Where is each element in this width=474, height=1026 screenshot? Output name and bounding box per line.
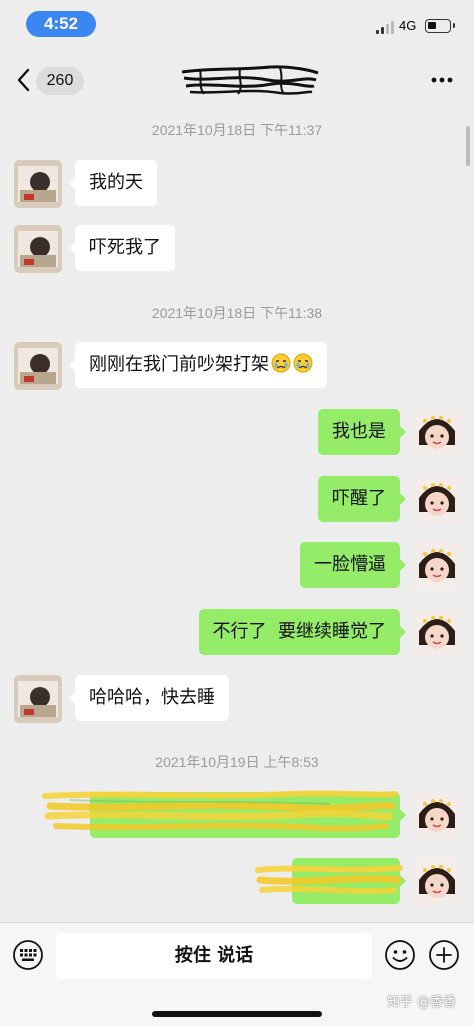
contact-avatar[interactable] [14, 675, 62, 723]
user-avatar[interactable] [413, 792, 461, 840]
contact-avatar[interactable] [14, 342, 62, 390]
status-bar: 4:52 4G [0, 0, 474, 48]
chat-screen: 4:52 4G 260 2021年10月18日 下午11:37 我的天 吓死我了… [0, 0, 474, 1026]
crying-face-icon [271, 353, 291, 373]
message-text: 刚刚在我门前吵架打架 [89, 354, 269, 375]
user-avatar[interactable] [413, 609, 461, 657]
input-bar: 按住 说话 知乎 @香香 [0, 922, 474, 1026]
user-avatar[interactable] [413, 542, 461, 590]
contact-avatar[interactable] [14, 225, 62, 273]
nav-bar: 260 [0, 56, 474, 106]
contact-name-redacted [180, 64, 320, 98]
battery-icon [425, 19, 455, 33]
signal-icon [376, 20, 396, 34]
message-bubble-received[interactable]: 吓死我了 [69, 225, 175, 271]
message-timestamp: 2021年10月18日 下午11:37 [151, 122, 323, 138]
keyboard-icon[interactable] [12, 939, 44, 971]
yellow-scribble-redaction [42, 790, 398, 832]
more-dots-icon[interactable] [430, 70, 454, 90]
message-bubble-received[interactable]: 刚刚在我门前吵架打架 [69, 342, 327, 388]
plus-icon[interactable] [428, 939, 460, 971]
status-time: 4:52 [26, 11, 96, 37]
network-type: 4G [399, 18, 417, 33]
user-avatar[interactable] [413, 409, 461, 457]
message-timestamp: 2021年10月18日 下午11:38 [151, 305, 323, 321]
watermark: 知乎 @香香 [387, 995, 457, 1010]
message-bubble-received[interactable]: 我的天 [69, 160, 157, 206]
message-bubble-sent[interactable]: 我也是 [318, 409, 406, 455]
emoji-icon[interactable] [384, 939, 416, 971]
yellow-scribble-redaction [255, 865, 403, 895]
crying-face-icon [293, 353, 313, 373]
hold-to-talk-button[interactable]: 按住 说话 [56, 933, 372, 979]
message-timestamp: 2021年10月19日 上午8:53 [155, 754, 319, 770]
user-avatar[interactable] [413, 858, 461, 906]
message-bubble-sent[interactable]: 吓醒了 [318, 476, 406, 522]
message-bubble-sent[interactable]: 不行了 要继续睡觉了 [198, 609, 407, 655]
chevron-left-icon[interactable] [14, 62, 34, 98]
message-bubble-received[interactable]: 哈哈哈，快去睡 [69, 675, 229, 721]
unread-count-badge[interactable]: 260 [36, 67, 84, 95]
contact-avatar[interactable] [14, 160, 62, 208]
message-bubble-sent[interactable]: 一脸懵逼 [300, 542, 406, 588]
home-indicator[interactable] [152, 1011, 322, 1017]
user-avatar[interactable] [413, 476, 461, 524]
